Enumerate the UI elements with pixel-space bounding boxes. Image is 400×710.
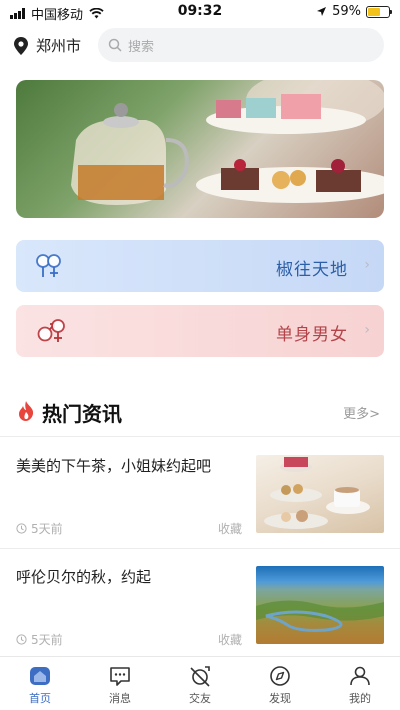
tab-home[interactable]: 首页 [0,657,80,710]
banner-image[interactable] [16,80,384,218]
clock-icon [16,523,27,534]
top-bar: 郑州市 搜索 [0,28,400,64]
tab-profile[interactable]: 我的 [320,657,400,710]
battery-percent: 59% [332,4,361,19]
tab-messages[interactable]: 消息 [80,657,160,710]
gender-icon [37,319,65,342]
friends-icon [190,666,210,687]
news-time: 5天前 [16,631,63,648]
card-label: 椒往天地 [276,260,348,280]
news-thumbnail [256,566,384,644]
more-link[interactable]: 更多> [343,403,380,422]
clock-icon [16,634,27,645]
status-bar: 中国移动 09:32 59% [0,0,400,24]
couple-icon [36,254,61,277]
divider [0,548,400,549]
tab-bar: 首页 消息 交友 发现 我的 [0,656,400,710]
divider [0,436,400,437]
home-icon [30,667,50,685]
section-title: 热门资讯 [42,402,122,426]
news-time: 5天前 [16,520,63,537]
fire-icon [19,401,34,421]
tab-friends[interactable]: 交友 [160,657,240,710]
card-label: 单身男女 [276,325,348,345]
card-single[interactable]: 单身男女 › [16,305,384,357]
battery-fill [368,7,380,16]
location-selector[interactable]: 郑州市 [14,35,81,56]
status-right: 59% [316,4,392,19]
chevron-right-icon: › [364,257,370,273]
favorite-button[interactable]: 收藏 [218,520,242,537]
battery-icon [366,5,392,18]
news-thumbnail [256,455,384,533]
location-pin-icon [14,36,28,55]
tab-discover[interactable]: 发现 [240,657,320,710]
news-title: 呼伦贝尔的秋，约起 [16,568,152,586]
chevron-right-icon: › [364,322,370,338]
card-jiaowang[interactable]: 椒往天地 › [16,240,384,292]
search-input[interactable]: 搜索 [98,28,384,62]
compass-icon [270,666,290,686]
favorite-button[interactable]: 收藏 [218,631,242,648]
news-item[interactable]: 美美的下午茶，小姐妹约起吧 5天前 收藏 [0,455,400,555]
city-label: 郑州市 [36,37,82,55]
profile-icon [350,666,370,686]
search-icon [108,38,122,52]
message-icon [110,667,130,686]
news-item[interactable]: 呼伦贝尔的秋，约起 5天前 收藏 [0,566,400,666]
section-header: 热门资讯 更多> [16,396,384,426]
search-placeholder: 搜索 [128,39,155,55]
banner-illustration [71,80,384,205]
location-arrow-icon [317,7,327,16]
news-title: 美美的下午茶，小姐妹约起吧 [16,457,212,475]
